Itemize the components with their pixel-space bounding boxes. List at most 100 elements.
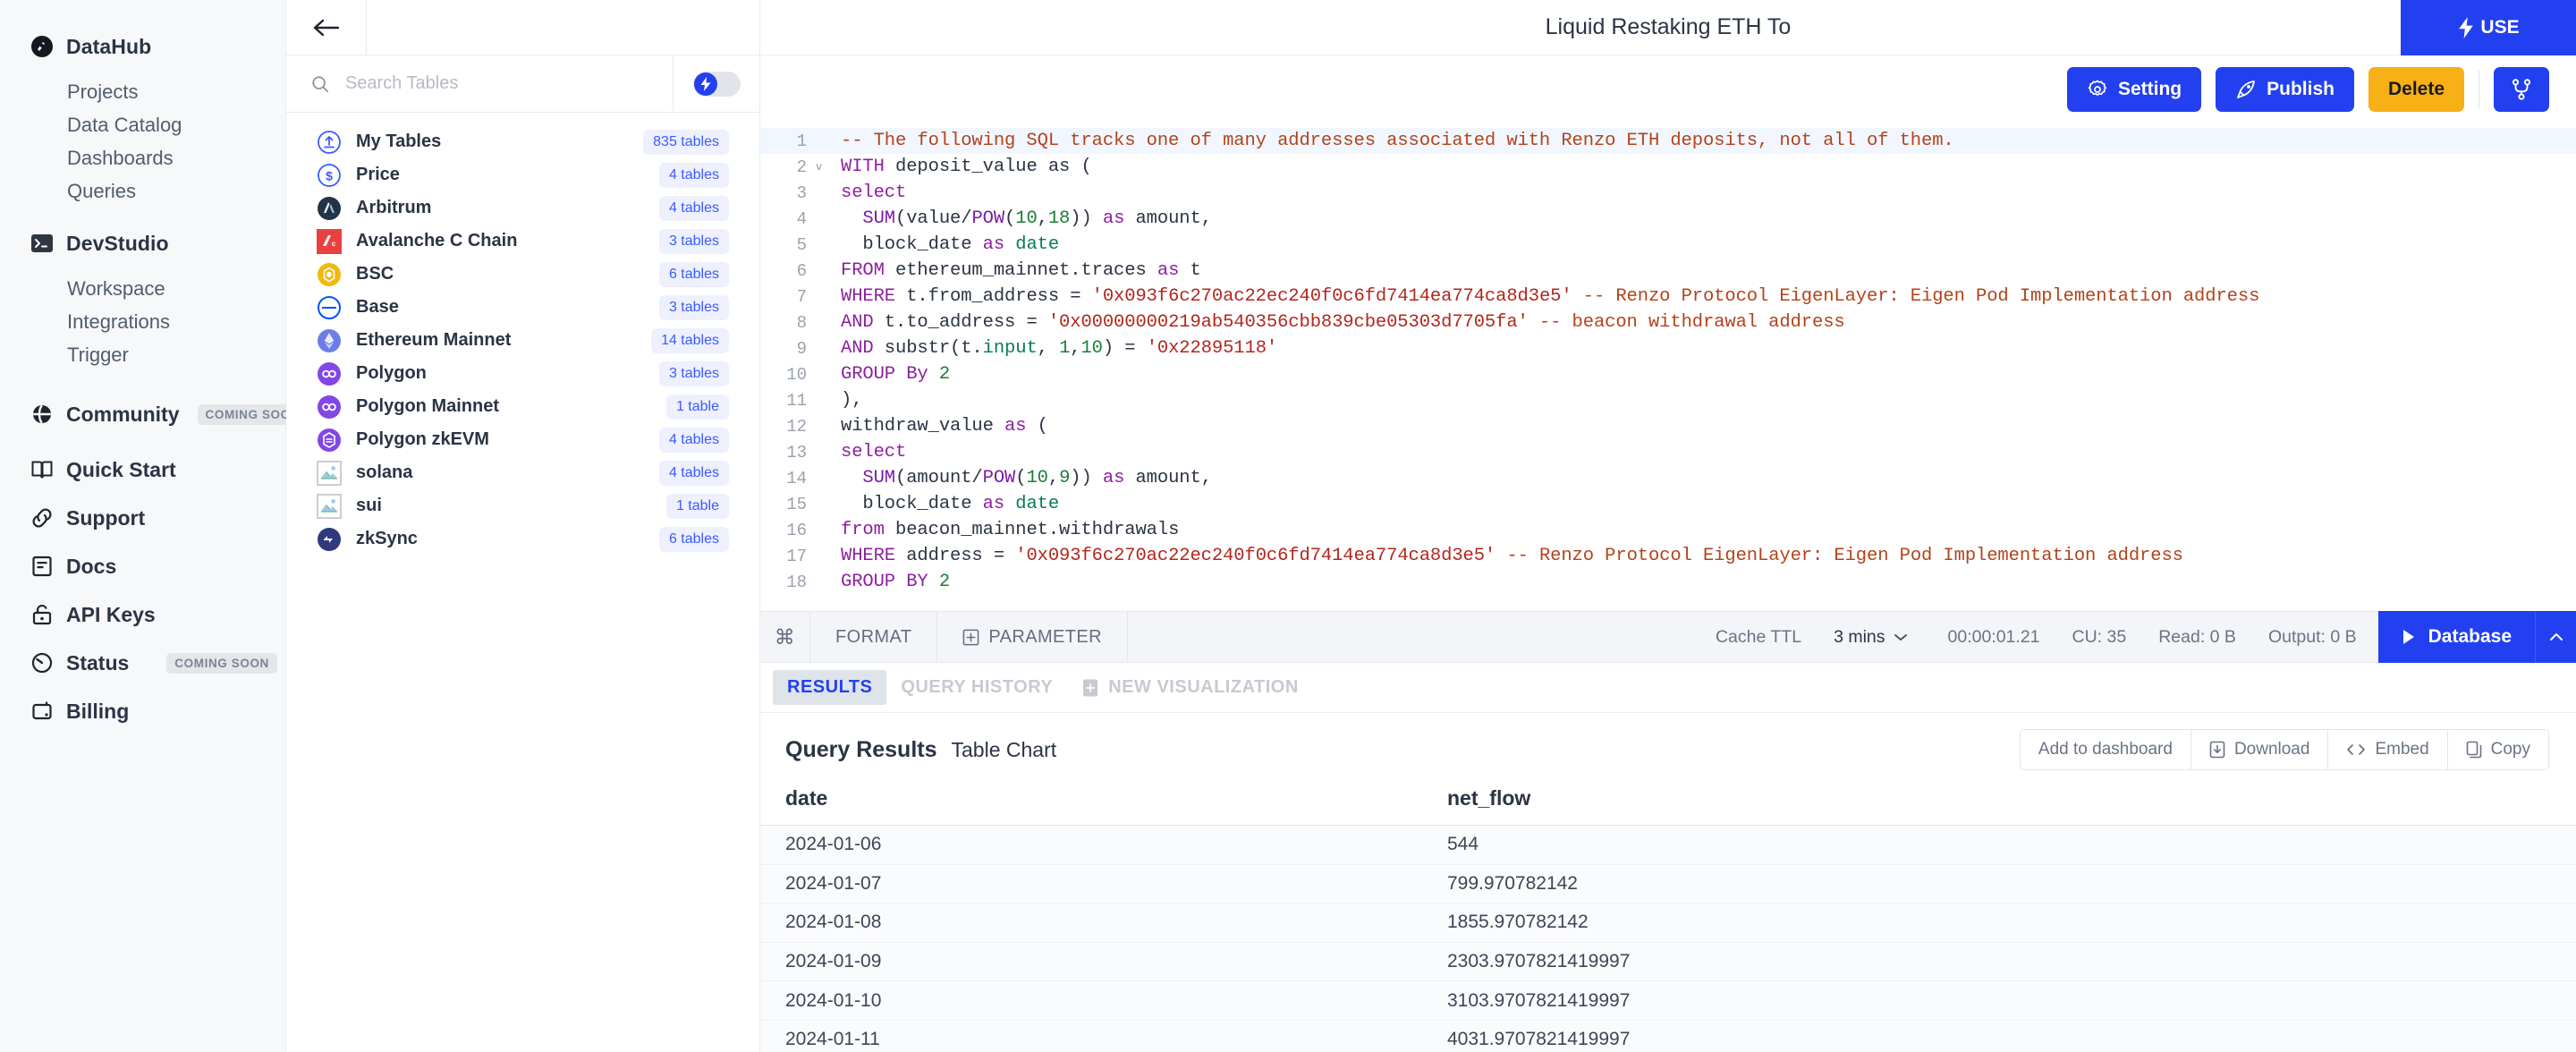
- table-row[interactable]: 2024-01-07 799.970782142: [760, 864, 2576, 904]
- cell-net-flow: 1855.970782142: [1447, 912, 1589, 933]
- publish-button[interactable]: Publish: [2216, 66, 2354, 112]
- table-row[interactable]: 2024-01-10 3103.9707821419997: [760, 981, 2576, 1020]
- run-database-button[interactable]: Database: [2377, 611, 2535, 663]
- table-group-my-tables[interactable]: My Tables 835 tables: [286, 125, 759, 158]
- code-line[interactable]: 12 withdraw_value as (: [760, 413, 2576, 439]
- fast-mode-toggle-wrap: [674, 71, 759, 97]
- column-header-net-flow[interactable]: net_flow: [1422, 786, 2576, 810]
- code-line[interactable]: 8 AND t.to_address = '0x00000000219ab5403…: [760, 310, 2576, 335]
- sidebar-item-projects[interactable]: Projects: [0, 75, 285, 108]
- sidebar-item-community[interactable]: Community COMING SOON: [0, 394, 309, 434]
- code-line[interactable]: 11),: [760, 387, 2576, 413]
- cache-ttl-value[interactable]: 3 mins: [1818, 627, 1892, 648]
- table-group-polygon-zkevm[interactable]: Polygon zkEVM 4 tables: [286, 423, 759, 456]
- sidebar-item-workspace[interactable]: Workspace: [0, 272, 285, 305]
- embed-button[interactable]: Embed: [2328, 730, 2448, 769]
- tab-query-history[interactable]: QUERY HISTORY: [886, 670, 1067, 705]
- code-line[interactable]: 17 WHERE address = '0x093f6c270ac22ec240f…: [760, 543, 2576, 569]
- table-group-zksync[interactable]: zkSync 6 tables: [286, 522, 759, 556]
- code-token: substr(t.: [873, 338, 983, 359]
- sidebar-item-billing[interactable]: Billing: [0, 691, 285, 731]
- code-line[interactable]: 18 GROUP BY 2: [760, 569, 2576, 595]
- code-line[interactable]: 14 SUM(amount/POW(10,9)) as amount,: [760, 465, 2576, 491]
- column-header-date[interactable]: date: [760, 786, 1422, 810]
- editor-toolbar: ⌘ FORMAT PARAMETER Cache TTL 3 mins 00:0…: [760, 611, 2576, 663]
- back-button[interactable]: [286, 0, 367, 55]
- setting-button[interactable]: Setting: [2066, 66, 2202, 112]
- code-line[interactable]: 13 select: [760, 439, 2576, 465]
- format-button[interactable]: FORMAT: [810, 611, 938, 663]
- table-group-polygon[interactable]: Polygon 3 tables: [286, 357, 759, 390]
- add-to-dashboard-button[interactable]: Add to dashboard: [2020, 730, 2191, 769]
- sidebar-item-trigger[interactable]: Trigger: [0, 338, 285, 371]
- line-number: 13: [786, 442, 807, 462]
- code-token: as: [1102, 208, 1125, 229]
- sidebar-item-data-catalog[interactable]: Data Catalog: [0, 108, 285, 141]
- table-row[interactable]: 2024-01-08 1855.970782142: [760, 904, 2576, 942]
- table-group-bsc[interactable]: BSC 6 tables: [286, 258, 759, 291]
- table-group-price[interactable]: $ Price 4 tables: [286, 158, 759, 191]
- sql-editor[interactable]: 1 -- The following SQL tracks one of many…: [760, 123, 2576, 611]
- code-token: amount,: [1124, 468, 1212, 488]
- line-number: 8: [796, 312, 807, 333]
- use-button[interactable]: USE: [2401, 0, 2576, 55]
- line-number: 15: [786, 494, 807, 514]
- table-row[interactable]: 2024-01-11 4031.9707821419997: [760, 1020, 2576, 1052]
- tab-new-visualization[interactable]: NEW VISUALIZATION: [1067, 670, 1313, 705]
- copy-button[interactable]: Copy: [2447, 730, 2548, 769]
- code-line[interactable]: 2 v WITH deposit_value as (: [760, 154, 2576, 180]
- fork-button[interactable]: [2494, 66, 2549, 112]
- delete-button[interactable]: Delete: [2368, 66, 2464, 112]
- sidebar-item-support[interactable]: Support: [0, 498, 285, 538]
- code-line[interactable]: 9 AND substr(t.input, 1,10) = '0x22895118…: [760, 335, 2576, 361]
- table-group-avalanche[interactable]: c Avalanche C Chain 3 tables: [286, 225, 759, 258]
- table-chart-label[interactable]: Table Chart: [952, 738, 1057, 762]
- collapse-panel-button[interactable]: [2535, 611, 2576, 663]
- code-token: (amount/: [895, 468, 983, 488]
- sidebar-item-integrations[interactable]: Integrations: [0, 305, 285, 338]
- code-line[interactable]: 7 WHERE t.from_address = '0x093f6c270ac22…: [760, 284, 2576, 310]
- toolbar-right: Cache TTL 3 mins 00:00:01.21 CU: 35 Read…: [1699, 611, 2576, 663]
- code-line[interactable]: 15 block_date as date: [760, 491, 2576, 517]
- table-row[interactable]: 2024-01-09 2303.9707821419997: [760, 942, 2576, 981]
- code-line[interactable]: 16 from beacon_mainnet.withdrawals: [760, 517, 2576, 543]
- sidebar-group-datahub[interactable]: DataHub: [0, 27, 285, 66]
- sidebar-item-status[interactable]: Status COMING SOON: [0, 643, 285, 683]
- gear-icon: [2088, 80, 2107, 96]
- sidebar-item-api-keys[interactable]: API Keys: [0, 595, 285, 634]
- fast-mode-toggle[interactable]: [692, 71, 741, 97]
- sidebar-item-queries[interactable]: Queries: [0, 174, 285, 208]
- code-line[interactable]: 1 -- The following SQL tracks one of many…: [760, 128, 2576, 154]
- code-line[interactable]: 6 FROM ethereum_mainnet.traces as t: [760, 258, 2576, 284]
- sidebar-item-docs[interactable]: Docs: [0, 547, 285, 586]
- code-token: 1: [1059, 338, 1071, 359]
- code-line[interactable]: 4 SUM(value/POW(10,18)) as amount,: [760, 206, 2576, 232]
- table-group-sui[interactable]: sui 1 table: [286, 489, 759, 522]
- code-token: 10: [1026, 468, 1048, 488]
- code-token: 2: [928, 572, 951, 592]
- copy-label: Copy: [2490, 740, 2530, 759]
- code-line[interactable]: 5 block_date as date: [760, 232, 2576, 258]
- code-line[interactable]: 10 GROUP By 2: [760, 361, 2576, 387]
- search-tables-field[interactable]: [286, 55, 674, 113]
- table-count-badge: 4 tables: [658, 195, 729, 221]
- command-key-button[interactable]: ⌘: [760, 611, 810, 663]
- table-group-label: solana: [356, 462, 413, 482]
- table-row[interactable]: 2024-01-06 544: [760, 826, 2576, 864]
- tab-results[interactable]: RESULTS: [773, 670, 887, 705]
- search-input[interactable]: [344, 73, 673, 94]
- code-line[interactable]: 3 select: [760, 180, 2576, 206]
- sidebar-group-devstudio[interactable]: DevStudio: [0, 224, 285, 263]
- sidebar-item-quick-start[interactable]: Quick Start: [0, 450, 285, 489]
- sidebar-item-dashboards[interactable]: Dashboards: [0, 141, 285, 174]
- table-group-base[interactable]: Base 3 tables: [286, 291, 759, 324]
- parameter-button[interactable]: PARAMETER: [937, 611, 1128, 663]
- download-button[interactable]: Download: [2190, 730, 2329, 769]
- table-group-label: Polygon: [356, 363, 427, 383]
- table-group-solana[interactable]: solana 4 tables: [286, 456, 759, 489]
- download-label: Download: [2233, 740, 2310, 759]
- table-group-polygon-mainnet[interactable]: Polygon Mainnet 1 table: [286, 390, 759, 423]
- cache-ttl-dropdown[interactable]: [1893, 627, 1932, 648]
- table-group-ethereum-mainnet[interactable]: Ethereum Mainnet 14 tables: [286, 324, 759, 357]
- table-group-arbitrum[interactable]: Arbitrum 4 tables: [286, 191, 759, 225]
